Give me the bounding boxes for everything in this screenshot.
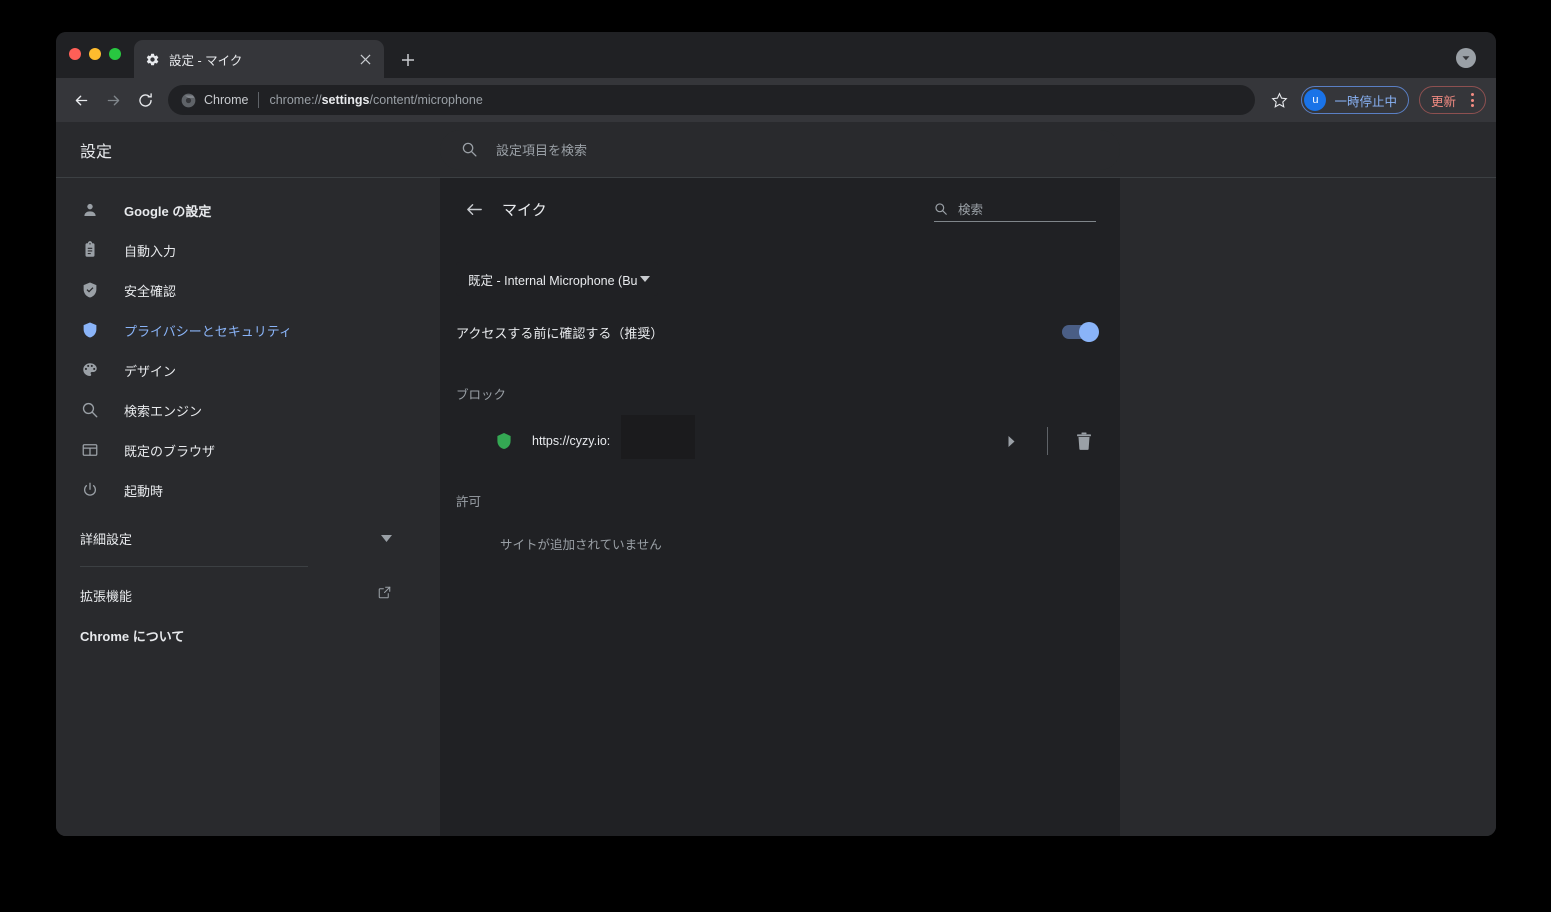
sidebar-item-label: 既定のブラウザ	[124, 443, 216, 459]
microphone-device-value: 既定 - Internal Microphone (Bu	[468, 273, 638, 288]
sidebar-advanced-label: 詳細設定	[80, 531, 133, 547]
tab-title: 設定 - マイク	[169, 53, 243, 68]
sidebar-item-autofill[interactable]: 自動入力	[56, 230, 416, 270]
profile-paused-button[interactable]: u 一時停止中	[1301, 86, 1409, 114]
settings-search-placeholder: 設定項目を検索	[496, 143, 588, 158]
site-url-wrapper: https://cyzy.io:	[532, 415, 999, 459]
settings-topbar: 設定 設定項目を検索	[56, 122, 1496, 178]
table-row[interactable]: https://cyzy.io:	[440, 415, 1120, 467]
profile-status-label: 一時停止中	[1334, 94, 1397, 109]
content-right-gutter	[1120, 178, 1496, 836]
back-button[interactable]	[66, 85, 96, 115]
sidebar-item-extensions[interactable]: 拡張機能	[56, 575, 416, 615]
sidebar-item-privacy-security[interactable]: プライバシーとセキュリティ	[56, 310, 416, 350]
new-tab-button[interactable]	[394, 46, 422, 74]
power-icon	[80, 480, 100, 500]
sidebar-divider	[80, 566, 308, 567]
sidebar-about-label: Chrome について	[80, 628, 185, 644]
settings-sidebar: Google の設定 自動入力 安全確認 プライバシーとセキュリティ デザイン …	[56, 178, 440, 836]
search-icon	[80, 400, 100, 420]
sidebar-item-on-startup[interactable]: 起動時	[56, 470, 416, 510]
ask-before-access-row[interactable]: アクセスする前に確認する（推奨）	[440, 304, 1120, 360]
palette-icon	[80, 360, 100, 380]
allow-section-title: 許可	[456, 495, 482, 509]
person-icon	[80, 200, 100, 220]
green-shield-icon	[496, 433, 512, 449]
omnibox-chip-label: Chrome	[204, 93, 249, 107]
browser-window-icon	[80, 440, 100, 460]
chevron-right-icon[interactable]	[999, 429, 1023, 453]
ask-before-access-label: アクセスする前に確認する（推奨）	[456, 325, 664, 341]
reload-button[interactable]	[130, 85, 160, 115]
ask-before-access-toggle[interactable]	[1062, 322, 1099, 342]
sidebar-item-label: プライバシーとセキュリティ	[124, 323, 292, 339]
sidebar-item-advanced[interactable]: 詳細設定	[56, 518, 416, 558]
allow-section-empty-text: サイトが追加されていません	[500, 538, 662, 552]
settings-page: 設定 設定項目を検索 Google の設定 自動入力 安全確認 プライバシーとセ…	[56, 122, 1496, 836]
caret-down-icon	[639, 276, 650, 282]
window-traffic-lights	[69, 48, 121, 60]
browser-toolbar: Chrome chrome://settings/content/microph…	[56, 78, 1496, 122]
search-icon	[934, 202, 948, 216]
site-search-input[interactable]: 検索	[934, 196, 1096, 222]
sidebar-item-label: 検索エンジン	[124, 403, 203, 419]
open-in-new-icon	[377, 585, 392, 605]
update-button[interactable]: 更新	[1418, 86, 1486, 114]
microphone-device-row: 既定 - Internal Microphone (Bu	[440, 240, 1120, 296]
close-window-button[interactable]	[69, 48, 81, 60]
shield-icon	[80, 320, 100, 340]
microphone-settings-card: マイク 検索 既定 - Internal Microphone (Bu アクセス…	[440, 178, 1120, 836]
page-title: マイク	[502, 201, 547, 219]
shield-check-icon	[80, 280, 100, 300]
row-divider	[1047, 427, 1048, 455]
redaction-overlay	[621, 415, 695, 459]
arrow-left-icon[interactable]	[458, 193, 490, 225]
browser-tab[interactable]: 設定 - マイク	[134, 40, 384, 78]
clipboard-icon	[80, 240, 100, 260]
settings-search-input[interactable]: 設定項目を検索	[440, 129, 1120, 170]
settings-brand: 設定	[80, 143, 113, 161]
gear-icon	[144, 51, 160, 67]
browser-window: 設定 - マイク Chrome chrome://settings/conten…	[56, 32, 1496, 836]
search-icon	[460, 141, 478, 159]
sidebar-item-default-browser[interactable]: 既定のブラウザ	[56, 430, 416, 470]
microphone-device-select[interactable]: 既定 - Internal Microphone (Bu	[456, 262, 658, 296]
block-section-title: ブロック	[456, 388, 507, 402]
trash-icon[interactable]	[1072, 429, 1096, 453]
update-label: 更新	[1430, 94, 1456, 109]
bookmark-star-icon[interactable]	[1265, 86, 1293, 114]
avatar: u	[1304, 89, 1327, 111]
settings-content-column: マイク 検索 既定 - Internal Microphone (Bu アクセス…	[440, 178, 1496, 836]
address-bar[interactable]: Chrome chrome://settings/content/microph…	[168, 85, 1256, 115]
sidebar-item-google[interactable]: Google の設定	[56, 190, 416, 230]
chevron-down-circle-icon[interactable]	[1456, 48, 1476, 68]
omnibox-divider	[258, 92, 260, 108]
site-search-placeholder: 検索	[958, 203, 984, 217]
tab-strip: 設定 - マイク	[56, 32, 1496, 78]
chevron-down-icon	[381, 529, 392, 547]
sidebar-extensions-label: 拡張機能	[80, 588, 133, 604]
settings-body: Google の設定 自動入力 安全確認 プライバシーとセキュリティ デザイン …	[56, 178, 1496, 836]
sidebar-item-label: 起動時	[124, 483, 164, 499]
sidebar-item-about-chrome[interactable]: Chrome について	[56, 615, 416, 655]
forward-button[interactable]	[98, 85, 128, 115]
sidebar-item-safety-check[interactable]: 安全確認	[56, 270, 416, 310]
maximize-window-button[interactable]	[109, 48, 121, 60]
close-icon[interactable]	[356, 50, 374, 68]
sidebar-item-search-engine[interactable]: 検索エンジン	[56, 390, 416, 430]
sidebar-item-label: 自動入力	[124, 243, 177, 259]
site-url: https://cyzy.io:	[532, 434, 611, 448]
sidebar-item-label: Google の設定	[124, 203, 212, 219]
sidebar-item-appearance[interactable]: デザイン	[56, 350, 416, 390]
chrome-icon	[180, 92, 196, 108]
kebab-menu-icon[interactable]	[1463, 91, 1481, 109]
minimize-window-button[interactable]	[89, 48, 101, 60]
sidebar-item-label: デザイン	[124, 363, 177, 379]
sidebar-item-label: 安全確認	[124, 283, 177, 299]
microphone-card-header: マイク 検索	[440, 178, 1120, 240]
omnibox-url: chrome://settings/content/microphone	[269, 93, 483, 107]
